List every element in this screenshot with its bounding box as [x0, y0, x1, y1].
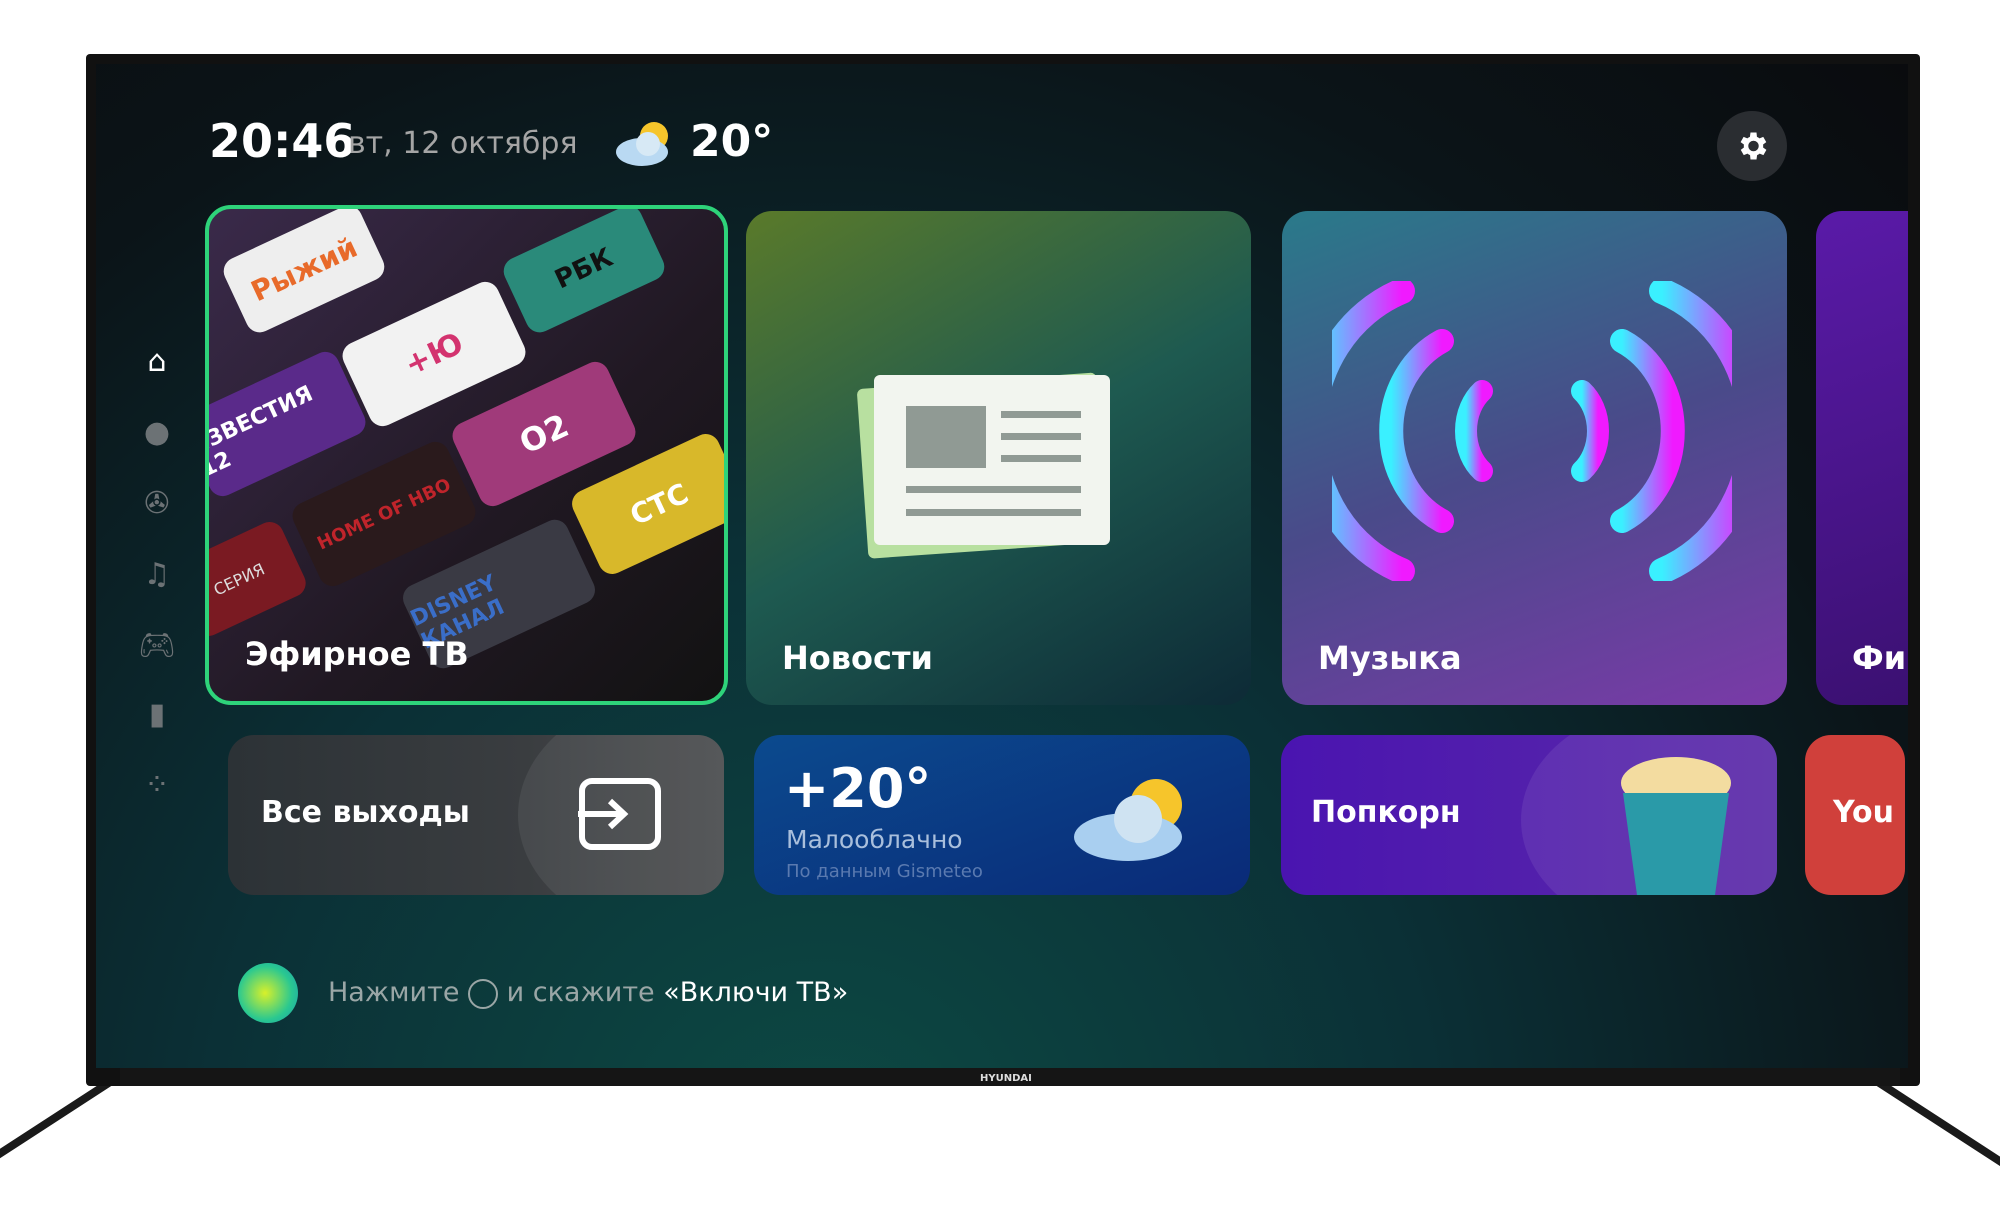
weather-condition: Малооблачно — [786, 825, 963, 854]
tile-all-inputs[interactable]: Все выходы — [228, 735, 724, 895]
tile-air-tv[interactable]: Рыжий РБК +Ю ИЗВЕСТИЯ 12 О2 HOME OF HBO … — [205, 205, 728, 705]
tile-label: Новости — [782, 639, 933, 677]
popcorn-icon — [1621, 757, 1731, 895]
date: вт, 12 октября — [348, 126, 578, 161]
tv-brand: HYUNDAI — [980, 1073, 1032, 1084]
tile-label: You — [1833, 795, 1894, 830]
tile-youtube[interactable]: You — [1805, 735, 1905, 895]
broadcast-waves-icon — [1332, 281, 1732, 581]
tile-movies[interactable]: Фи — [1816, 211, 1908, 705]
clock: 20:46 — [209, 114, 356, 168]
sidebar-item-home[interactable]: ⌂ — [138, 342, 176, 380]
newspaper-icon — [857, 372, 1110, 559]
assistant-button-icon — [468, 978, 499, 1009]
sidebar-item-games[interactable]: 🎮︎ — [138, 626, 176, 664]
tile-popcorn[interactable]: Попкорн — [1281, 735, 1777, 895]
music-note-icon: ♫ — [143, 556, 171, 592]
input-source-icon — [578, 778, 661, 850]
tile-news[interactable]: Новости — [746, 211, 1251, 705]
tv-screen: 20:46 вт, 12 октября 20° ⌂ ● ✇ ♫ 🎮︎ ▮ ⁘ … — [96, 64, 1908, 1068]
sidebar-item-music[interactable]: ♫ — [138, 555, 176, 593]
sidebar-item-movies[interactable]: ✇ — [138, 484, 176, 522]
partly-cloudy-icon — [616, 122, 668, 166]
tile-label: Попкорн — [1311, 795, 1461, 830]
hint-prefix: Нажмите — [328, 977, 460, 1008]
tile-label: Фи — [1852, 639, 1907, 677]
tile-label: Все выходы — [261, 795, 470, 830]
hint-middle: и скажите — [506, 977, 655, 1008]
sidebar-item-ideas[interactable]: ● — [138, 413, 176, 451]
channel-logo: РБК — [550, 242, 618, 296]
cards-icon: ▮ — [148, 696, 166, 732]
tile-label: Музыка — [1318, 639, 1462, 677]
settings-button[interactable] — [1717, 111, 1787, 181]
gear-icon — [1740, 132, 1767, 160]
channel-logo: ИЗВЕСТИЯ 12 — [205, 381, 317, 483]
channel-logo: О2 — [513, 406, 575, 462]
hint-command: «Включи ТВ» — [663, 977, 849, 1008]
tile-music[interactable]: Музыка — [1282, 211, 1787, 705]
gamepad-icon: 🎮︎ — [137, 627, 177, 663]
lightbulb-icon: ● — [143, 414, 171, 450]
assistant-orb[interactable] — [238, 963, 298, 1023]
channel-logo: Рыжий — [245, 230, 363, 308]
apps-grid-icon: ⁘ — [144, 767, 170, 803]
channel-logo: HOME OF HBO — [313, 473, 455, 555]
partly-cloudy-icon — [1074, 779, 1182, 861]
assistant-hint: Нажмите и скажите «Включи ТВ» — [328, 977, 848, 1009]
channel-logo: СЕРИЯ — [210, 558, 268, 600]
sidebar-item-apps[interactable]: ⁘ — [138, 766, 176, 804]
weather-temperature: +20° — [784, 757, 932, 820]
channel-logo: +Ю — [399, 325, 469, 383]
tile-label: Эфирное ТВ — [245, 635, 469, 673]
film-reel-icon: ✇ — [144, 485, 170, 521]
channel-logo: СТС — [624, 476, 694, 532]
weather-source: По данным Gismeteo — [786, 861, 983, 882]
sidebar-item-library[interactable]: ▮ — [138, 695, 176, 733]
tile-weather[interactable]: +20° Малооблачно По данным Gismeteo — [754, 735, 1250, 895]
home-icon: ⌂ — [147, 343, 167, 379]
header-temperature: 20° — [690, 116, 774, 167]
